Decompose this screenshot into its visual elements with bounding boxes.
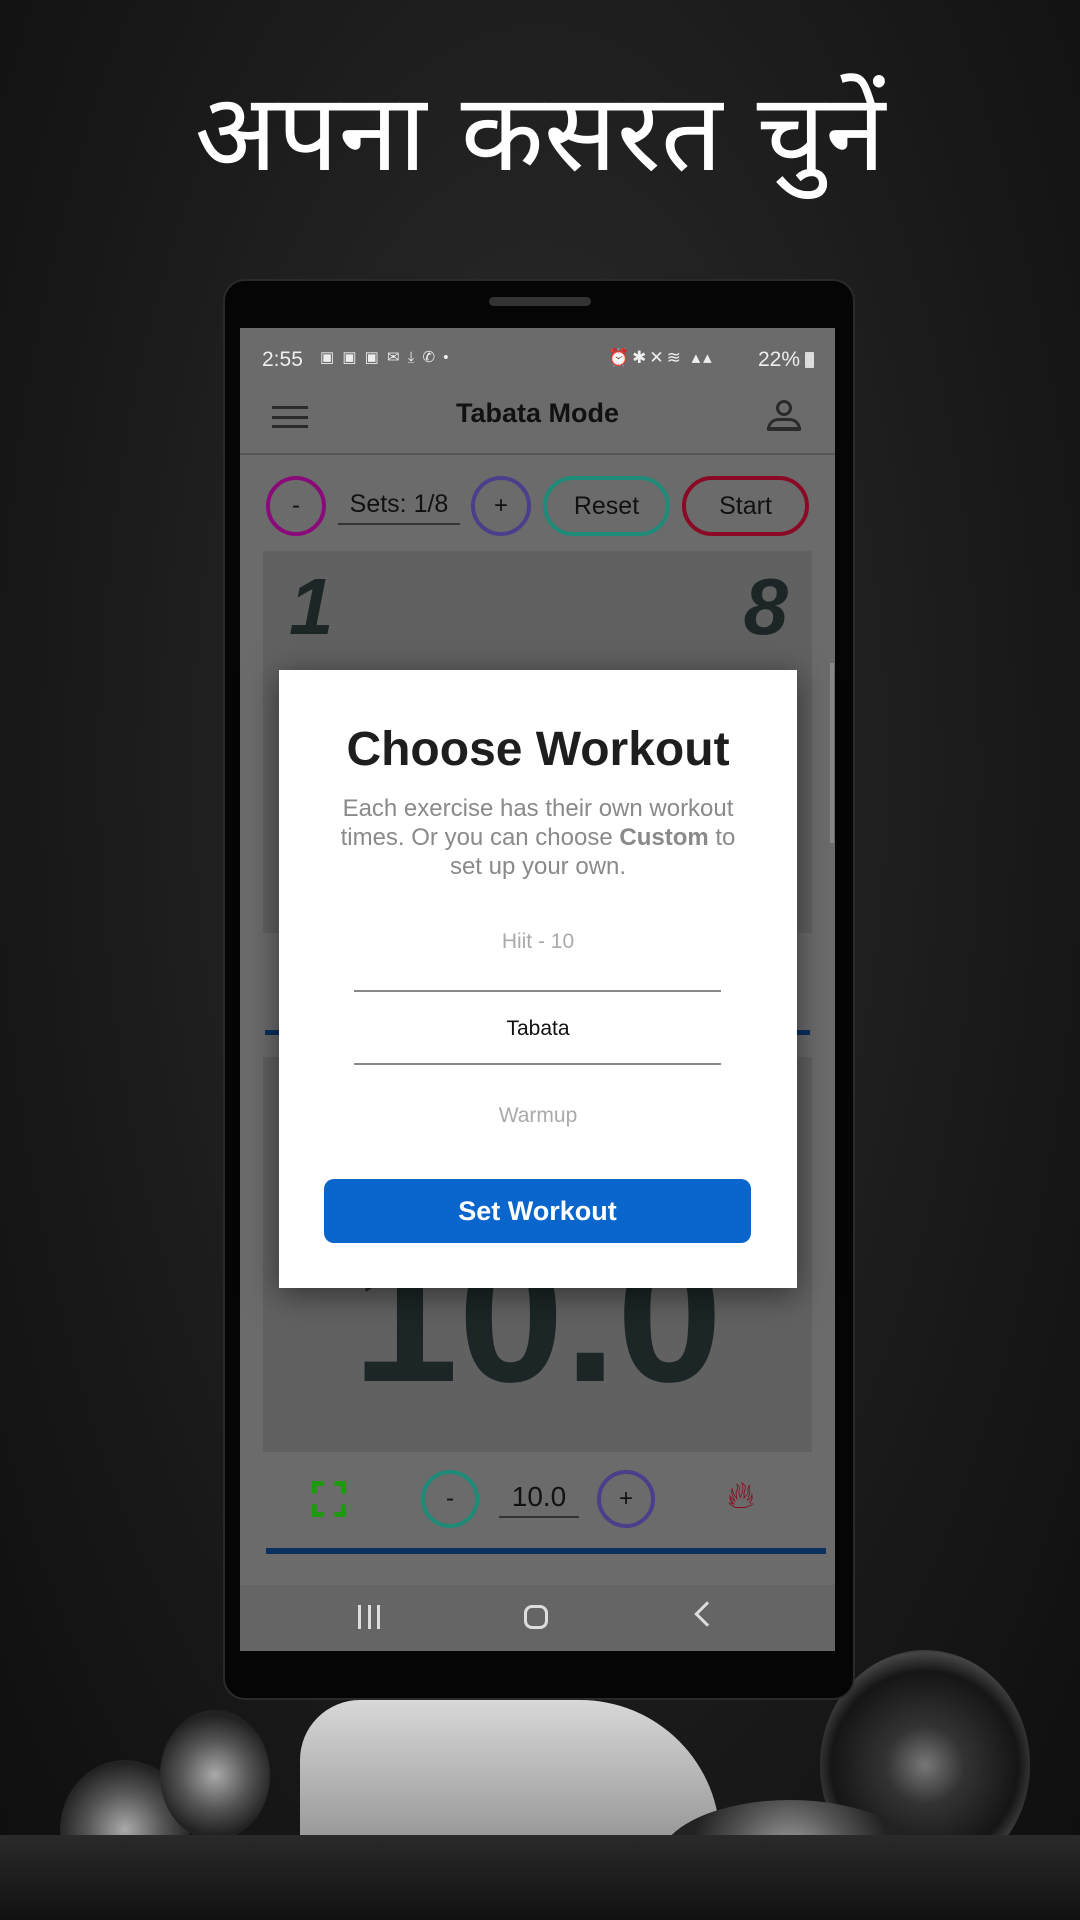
set-workout-button[interactable]: Set Workout [324, 1179, 751, 1243]
time-plus-button[interactable]: + [597, 1470, 655, 1528]
dialog-description: Each exercise has their own workout time… [329, 794, 747, 881]
time-value-input[interactable]: 10.0 [499, 1481, 579, 1518]
reset-button[interactable]: Reset [543, 476, 670, 536]
back-button[interactable] [694, 1601, 720, 1627]
page-title: Tabata Mode [455, 398, 619, 428]
picker-divider [354, 1063, 721, 1065]
notification-icons: ▣ ▣ ▣ ✉ ⤓ ✆ • [320, 349, 451, 366]
scrollbar[interactable] [830, 663, 834, 843]
fullscreen-icon[interactable] [312, 1481, 346, 1517]
sets-minus-button[interactable]: - [266, 476, 326, 536]
sets-display: Sets: 1/8 [338, 490, 460, 525]
choose-workout-dialog: Choose Workout Each exercise has their o… [279, 670, 797, 1288]
recents-button[interactable] [358, 1605, 380, 1629]
headline: अपना कसरत चुनें [194, 71, 886, 196]
system-icons: ⏰✱✕≋ ▴▴ [608, 348, 715, 367]
workout-option-selected[interactable]: Tabata [279, 1017, 797, 1041]
nav-bar [240, 1585, 835, 1651]
sets-plus-button[interactable]: + [471, 476, 531, 536]
picker-divider [354, 990, 721, 992]
bottom-progress-line [266, 1548, 826, 1554]
fire-icon[interactable]: 🔥︎ [727, 1475, 755, 1518]
floor [0, 1835, 1080, 1920]
total-sets: 8 [743, 562, 789, 651]
time-minus-button[interactable]: - [421, 1470, 479, 1528]
status-time: 2:55 [262, 348, 303, 371]
speaker [489, 297, 591, 306]
desc-bold: Custom [619, 824, 709, 851]
start-button[interactable]: Start [682, 476, 809, 536]
home-button[interactable] [524, 1605, 548, 1629]
battery-level: 22% [758, 348, 801, 371]
divider [240, 453, 835, 455]
dumbbell-image [160, 1710, 270, 1840]
person-icon[interactable] [767, 400, 801, 434]
dialog-title: Choose Workout [346, 723, 730, 776]
workout-option[interactable]: Hiit - 10 [279, 930, 797, 954]
current-set: 1 [289, 562, 334, 651]
battery-charging-icon [805, 352, 814, 368]
workout-option[interactable]: Warmup [279, 1104, 797, 1128]
